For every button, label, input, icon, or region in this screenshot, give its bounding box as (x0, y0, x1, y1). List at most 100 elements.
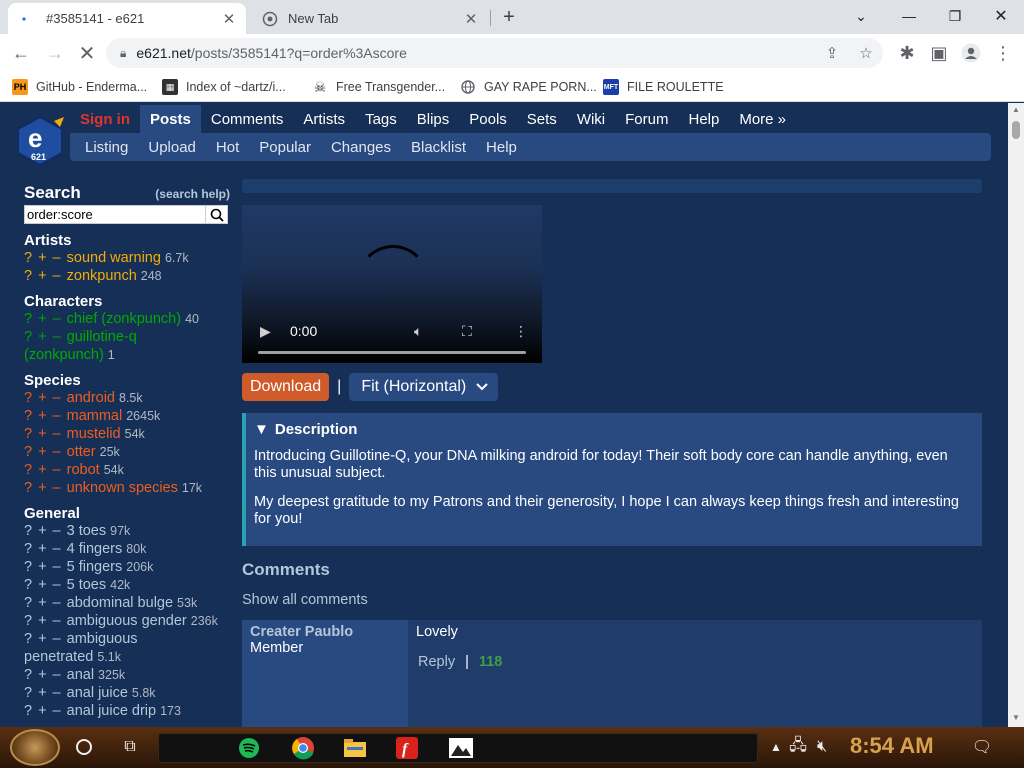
menu-kebab-icon[interactable]: ⋮ (990, 40, 1016, 66)
bookmark-item[interactable]: ▦ Index of ~dartz/i... (162, 77, 286, 97)
tag-name-link[interactable]: robot (67, 462, 100, 478)
tag-name-link[interactable]: 5 fingers (67, 559, 123, 575)
tag-wiki-link[interactable]: ? (24, 523, 32, 539)
start-button[interactable] (10, 729, 60, 766)
tag-name-link[interactable]: anal (67, 667, 94, 683)
bookmark-item[interactable]: PH GitHub - Enderma... (12, 77, 147, 97)
tag-name-link[interactable]: anal juice drip (67, 703, 156, 719)
minimize-button[interactable]: — (886, 2, 932, 30)
tag-add-link[interactable]: + (38, 685, 46, 701)
tag-exclude-link[interactable]: – (53, 408, 61, 424)
tag-wiki-link[interactable]: ? (24, 426, 32, 442)
side-panel-icon[interactable]: ▣ (926, 40, 952, 66)
subnav-help[interactable]: Help (476, 139, 527, 156)
tag-exclude-link[interactable]: – (53, 631, 61, 647)
tag-name-link[interactable]: unknown species (67, 480, 178, 496)
forward-arrow-icon[interactable]: → (42, 40, 68, 66)
cortana-circle-icon[interactable] (70, 733, 98, 761)
tag-add-link[interactable]: + (38, 408, 46, 424)
page-scrollbar[interactable]: ▲ ▼ (1008, 103, 1024, 727)
close-tab-icon[interactable]: ✕ (462, 10, 480, 28)
task-view-icon[interactable]: ⧉ (116, 733, 144, 761)
tag-add-link[interactable]: + (38, 613, 46, 629)
close-window-button[interactable]: ✕ (978, 2, 1024, 30)
tag-add-link[interactable]: + (38, 631, 46, 647)
tag-add-link[interactable]: + (38, 480, 46, 496)
tag-wiki-link[interactable]: ? (24, 444, 32, 460)
tag-add-link[interactable]: + (38, 703, 46, 719)
video-player[interactable]: ▶ 0:00 🔈︎ ⛶ ⋮ (242, 205, 542, 363)
stop-loading-icon[interactable]: ✕ (74, 40, 100, 66)
description-toggle[interactable]: ▼ Description (254, 421, 970, 438)
tag-add-link[interactable]: + (38, 559, 46, 575)
tag-exclude-link[interactable]: – (53, 667, 61, 683)
subnav-popular[interactable]: Popular (249, 139, 321, 156)
tab-new-tab[interactable]: New Tab ✕ (250, 3, 488, 34)
comment-author-name[interactable]: Creater Paublo (250, 624, 400, 640)
tag-name-link[interactable]: otter (67, 444, 96, 460)
clock[interactable]: 8:54 AM (850, 733, 934, 759)
subnav-changes[interactable]: Changes (321, 139, 401, 156)
show-all-comments-link[interactable]: Show all comments (242, 592, 982, 608)
tag-exclude-link[interactable]: – (53, 559, 61, 575)
tag-wiki-link[interactable]: ? (24, 577, 32, 593)
nav-posts[interactable]: Posts (140, 105, 201, 133)
tag-name-link[interactable]: anal juice (67, 685, 128, 701)
nav-sets[interactable]: Sets (517, 105, 567, 133)
subnav-hot[interactable]: Hot (206, 139, 249, 156)
scroll-down-arrow-icon[interactable]: ▼ (1012, 713, 1020, 722)
scroll-up-arrow-icon[interactable]: ▲ (1012, 105, 1020, 114)
more-options-icon[interactable]: ⋮ (514, 323, 528, 340)
tag-name-link[interactable]: android (67, 390, 115, 406)
photos-icon[interactable] (447, 734, 475, 762)
profile-avatar-icon[interactable] (958, 40, 984, 66)
tag-exclude-link[interactable]: – (53, 577, 61, 593)
nav-help[interactable]: Help (678, 105, 729, 133)
tag-name-link[interactable]: chief (zonkpunch) (67, 311, 181, 327)
tag-exclude-link[interactable]: – (53, 480, 61, 496)
tag-wiki-link[interactable]: ? (24, 541, 32, 557)
tag-add-link[interactable]: + (38, 444, 46, 460)
video-progress-bar[interactable] (258, 351, 526, 354)
tag-wiki-link[interactable]: ? (24, 462, 32, 478)
tag-exclude-link[interactable]: – (53, 685, 61, 701)
tag-exclude-link[interactable]: – (53, 613, 61, 629)
tag-add-link[interactable]: + (38, 667, 46, 683)
tag-exclude-link[interactable]: – (53, 311, 61, 327)
tab-search-chevron-icon[interactable]: ⌄ (838, 2, 884, 30)
sign-in-link[interactable]: Sign in (70, 105, 140, 133)
restore-button[interactable]: ❐ (932, 2, 978, 30)
nav-pools[interactable]: Pools (459, 105, 517, 133)
nav-forum[interactable]: Forum (615, 105, 678, 133)
tag-name-link[interactable]: abdominal bulge (67, 595, 173, 611)
tag-name-link[interactable]: 5 toes (67, 577, 107, 593)
tag-add-link[interactable]: + (38, 523, 46, 539)
comment-reply-link[interactable]: Reply (418, 654, 455, 670)
extensions-puzzle-icon[interactable]: ✱ (894, 40, 920, 66)
tag-exclude-link[interactable]: – (53, 523, 61, 539)
nav-more[interactable]: More » (729, 105, 796, 133)
volume-muted-icon[interactable]: 🔇︎ (808, 733, 836, 761)
scrollbar-thumb[interactable] (1012, 121, 1020, 139)
nav-tags[interactable]: Tags (355, 105, 407, 133)
tag-add-link[interactable]: + (38, 462, 46, 478)
tag-wiki-link[interactable]: ? (24, 250, 32, 266)
bookmark-item[interactable]: ☠ Free Transgender... (312, 77, 445, 97)
tag-add-link[interactable]: + (38, 268, 46, 284)
spotify-icon[interactable] (235, 734, 263, 762)
tag-name-link[interactable]: mustelid (67, 426, 121, 442)
address-bar[interactable]: 🔒︎ e621.net/posts/3585141?q=order%3Ascor… (106, 38, 883, 68)
tag-add-link[interactable]: + (38, 577, 46, 593)
subnav-listing[interactable]: Listing (75, 139, 138, 156)
tag-exclude-link[interactable]: – (53, 462, 61, 478)
subnav-upload[interactable]: Upload (138, 139, 206, 156)
tag-name-link[interactable]: ambiguous gender (67, 613, 187, 629)
search-icon[interactable] (206, 205, 228, 224)
tag-name-link[interactable]: 4 fingers (67, 541, 123, 557)
file-explorer-icon[interactable] (341, 734, 369, 762)
tag-add-link[interactable]: + (38, 311, 46, 327)
new-tab-button[interactable]: + (498, 6, 520, 28)
tag-exclude-link[interactable]: – (53, 268, 61, 284)
tag-name-link[interactable]: sound warning (67, 250, 161, 266)
back-arrow-icon[interactable]: ← (8, 40, 34, 66)
